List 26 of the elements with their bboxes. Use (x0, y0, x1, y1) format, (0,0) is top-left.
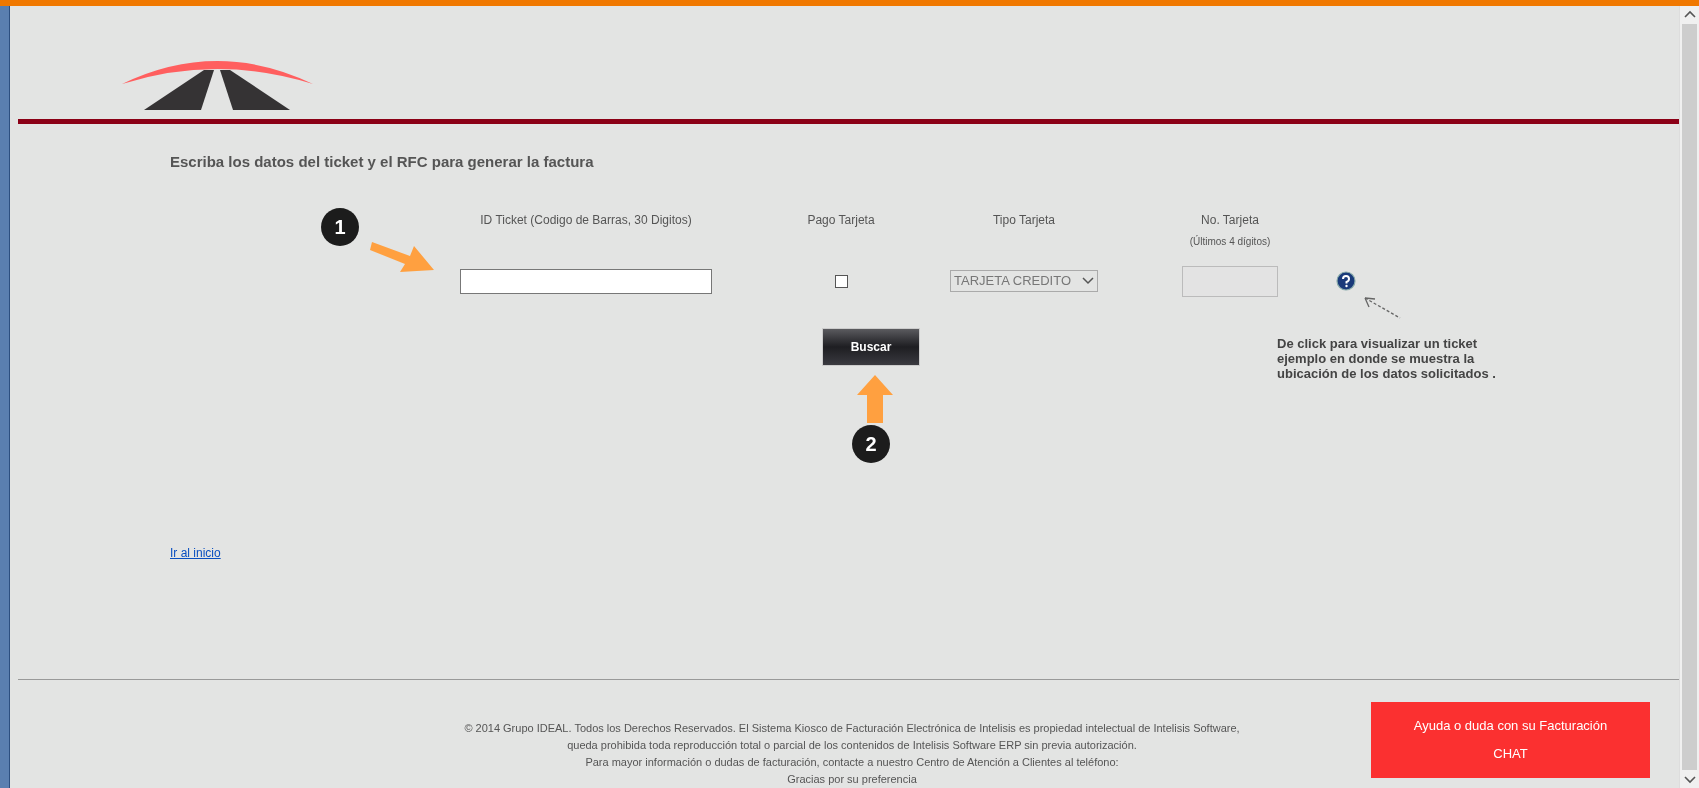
footer-text: © 2014 Grupo IDEAL. Todos los Derechos Reservados. El Sistema Kiosco de Facturación Electrónica de Intelisis es propiedad intelectual de Intelisis Software, (464, 721, 1240, 736)
page-heading: Escriba los datos del ticket y el RFC para generar la factura (170, 152, 595, 172)
field-label: No. Tarjeta (1201, 212, 1259, 229)
field-label: Pago Tarjeta (807, 212, 875, 229)
card-type-dropdown[interactable]: TARJETA CREDITO (950, 270, 1098, 292)
footer-text: Gracias por su preferencia (787, 772, 917, 787)
step-number-badge: 2 (852, 425, 890, 463)
footer-text: queda prohibida toda reproducción total o parcial de los contenidos de Intelisis Software ERP sin previa autorización. (567, 738, 1137, 753)
text-input-field[interactable] (460, 268, 712, 294)
field-label: ID Ticket (Codigo de Barras, 30 Digitos) (480, 212, 692, 229)
footer-text: Para mayor información o dudas de facturación, contacte a nuestro Centro de Atención a Clientes al teléfono: (585, 755, 1119, 770)
chevron-down-icon (1082, 277, 1094, 285)
dashed-arrow (1363, 296, 1401, 320)
chevron-down-icon[interactable] (1683, 776, 1696, 784)
step-number-badge: 1 (321, 208, 359, 246)
checkbox[interactable] (834, 274, 848, 288)
chat-button[interactable]: Ayuda o duda con su Facturación CHAT (1371, 702, 1650, 778)
home-link[interactable]: Ir al inicio (170, 544, 221, 562)
arrow-icon (857, 375, 893, 423)
scrollbar[interactable] (1679, 6, 1699, 788)
field-label: Tipo Tarjeta (992, 212, 1055, 229)
search-button[interactable]: Buscar (822, 328, 920, 366)
help-question-icon[interactable] (1336, 271, 1356, 291)
chevron-up-icon[interactable] (1683, 10, 1696, 18)
help-note: De click para visualizar un ticket ejemplo en donde se muestra la ubicación de los datos solicitados . (1277, 336, 1497, 381)
field-sublabel: (Últimos 4 dígitos) (1189, 234, 1271, 249)
